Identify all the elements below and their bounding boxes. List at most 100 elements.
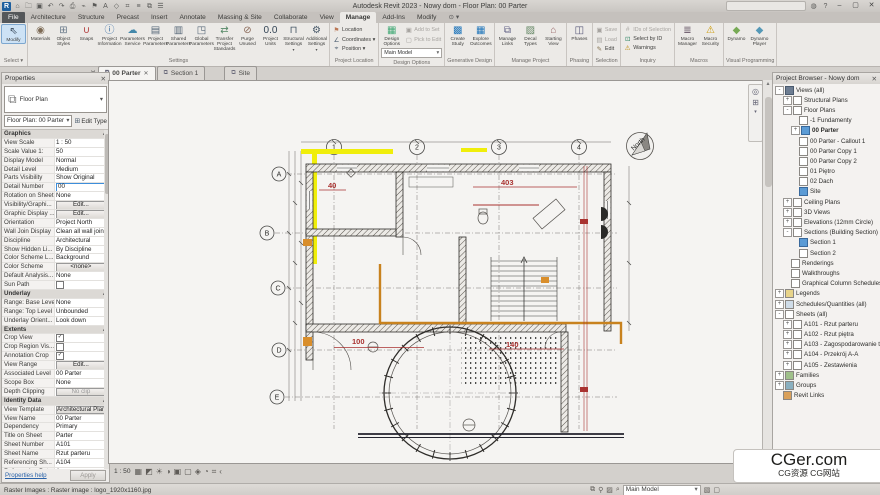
prop-detail-number[interactable]: Detail Number00 bbox=[2, 183, 109, 192]
tree-item-00-parter-copy-2[interactable]: 00 Parter Copy 2 bbox=[773, 156, 880, 166]
north-arrow[interactable]: North bbox=[627, 133, 654, 160]
prop-orientation[interactable]: OrientationProject North bbox=[2, 219, 109, 228]
customize-icon[interactable]: ☰ bbox=[156, 2, 165, 11]
prop-sheet-name[interactable]: Sheet NameRzut parteru bbox=[2, 450, 109, 459]
active-design-option-combo[interactable]: Main Model ▾ bbox=[623, 485, 701, 495]
zoom-tool-icon[interactable]: ⊞ bbox=[752, 98, 759, 107]
undo-icon[interactable]: ↶ bbox=[46, 2, 55, 11]
expand-icon[interactable]: + bbox=[783, 320, 792, 329]
project-browser-header[interactable]: Project Browser - Nowy dom ✕ bbox=[773, 73, 880, 84]
shared-parameters-button[interactable]: ▥Shared Parameters bbox=[167, 24, 190, 47]
expand-icon[interactable]: + bbox=[783, 96, 792, 105]
load-button[interactable]: ▤Load bbox=[596, 36, 617, 44]
prop-rotation-on-sheet[interactable]: Rotation on SheetNone bbox=[2, 192, 109, 201]
measure-icon[interactable]: ⌁ bbox=[79, 2, 88, 11]
prop-wall-join-display[interactable]: Wall Join DisplayClean all wall joins bbox=[2, 228, 109, 237]
tree-item-groups[interactable]: +Groups bbox=[773, 380, 880, 390]
expand-icon[interactable]: + bbox=[783, 340, 792, 349]
tree-item-3d-views[interactable]: +3D Views bbox=[773, 207, 880, 217]
collapse-icon[interactable]: - bbox=[775, 310, 784, 319]
create-study-button[interactable]: ▩Create Study bbox=[446, 24, 469, 47]
project-browser-tree[interactable]: -Views (all)+Structural Plans-Floor Plan… bbox=[773, 84, 880, 482]
filter-icon[interactable]: ⌕ bbox=[616, 486, 620, 494]
edit-type-button[interactable]: ⊞ Edit Type bbox=[74, 117, 107, 125]
tree-item-families[interactable]: +Families bbox=[773, 370, 880, 380]
expand-icon[interactable]: + bbox=[783, 350, 792, 359]
collapse-icon[interactable]: - bbox=[775, 86, 784, 95]
tree-item-a104-przekr-j-a-a[interactable]: +A104 - Przekrój A-A bbox=[773, 350, 880, 360]
prop-referencing-det[interactable]: Referencing Det...A bbox=[2, 468, 109, 469]
tree-item-1-fundamenty[interactable]: -1 Fundamenty bbox=[773, 116, 880, 126]
collapse-icon[interactable]: - bbox=[783, 106, 792, 115]
expand-icon[interactable]: + bbox=[783, 330, 792, 339]
prop-display-model[interactable]: Display ModelNormal bbox=[2, 157, 109, 166]
thin-lines-icon[interactable]: ≡ bbox=[134, 2, 143, 11]
prop-dependency[interactable]: DependencyPrimary bbox=[2, 423, 109, 432]
chevron-down-icon[interactable]: ▾ bbox=[100, 96, 103, 103]
position-button[interactable]: ⌖Position ▾ bbox=[333, 45, 375, 53]
detail-level-icon[interactable]: ▦ bbox=[135, 467, 143, 477]
maximize-button[interactable]: ▢ bbox=[849, 1, 862, 11]
explore-outcomes-button[interactable]: ▦Explore Outcomes bbox=[469, 24, 492, 47]
prop-scale-value-1[interactable]: Scale Value 1:50 bbox=[2, 148, 109, 157]
modify-button[interactable]: ⇖Modify bbox=[1, 24, 26, 44]
text-icon[interactable]: A bbox=[101, 2, 110, 11]
view-tab-section-1[interactable]: ⧉Section 1 bbox=[157, 66, 206, 80]
tree-item-floor-plans[interactable]: -Floor Plans bbox=[773, 105, 880, 115]
tree-item-a102-rzut-pi-tra[interactable]: +A102 - Rzut piętra bbox=[773, 330, 880, 340]
dynamo-player-button[interactable]: ◆Dynamo Player bbox=[748, 24, 771, 47]
ribbon-tab-structure[interactable]: Structure bbox=[72, 12, 111, 23]
tree-item-sheets-all[interactable]: -Sheets (all) bbox=[773, 309, 880, 319]
ribbon-tab-architecture[interactable]: Architecture bbox=[25, 12, 72, 23]
crop-view-icon[interactable]: ▣ bbox=[174, 467, 182, 477]
section-graphics[interactable]: Graphics▴ bbox=[2, 130, 109, 139]
prop-view-scale[interactable]: View Scale1 : 50 bbox=[2, 139, 109, 148]
tree-item-00-parter-copy-1[interactable]: 00 Parter Copy 1 bbox=[773, 146, 880, 156]
warnings-button[interactable]: ⚠Warnings bbox=[624, 44, 671, 52]
section-identity-data[interactable]: Identity Data▴ bbox=[2, 397, 109, 406]
phases-button[interactable]: ◫Phases bbox=[568, 24, 591, 42]
help-icon[interactable]: ? bbox=[821, 2, 830, 11]
tree-item-02-dach[interactable]: 02 Dach bbox=[773, 177, 880, 187]
materials-button[interactable]: ◉Materials bbox=[29, 24, 52, 42]
sun-path-icon[interactable]: ☀ bbox=[156, 467, 163, 477]
show-crop-icon[interactable]: ▢ bbox=[184, 467, 192, 477]
properties-close-icon[interactable]: ✕ bbox=[100, 75, 106, 83]
expand-icon[interactable]: + bbox=[783, 361, 792, 370]
prop-detail-level[interactable]: Detail LevelMedium bbox=[2, 166, 109, 175]
shadows-icon[interactable]: ◑ bbox=[166, 467, 171, 477]
macro-manager-button[interactable]: ≣Macro Manager bbox=[676, 24, 699, 47]
parameters-service-button[interactable]: ☁Parameters Service bbox=[121, 24, 144, 47]
pick-to-edit-button[interactable]: ▢Pick to Edit bbox=[405, 36, 441, 44]
scale-button[interactable]: 1 : 50 bbox=[114, 468, 131, 475]
prop-referencing-sh[interactable]: Referencing Sh...A104 bbox=[2, 459, 109, 468]
expand-icon[interactable]: + bbox=[775, 289, 784, 298]
minimize-button[interactable]: – bbox=[833, 1, 846, 11]
prop-range-base-level[interactable]: Range: Base LevelNone bbox=[2, 299, 109, 308]
select-by-id-button[interactable]: ⊡Select by ID bbox=[624, 35, 671, 43]
temporary-properties-icon[interactable]: ⌗ bbox=[212, 467, 217, 477]
ribbon-tab-insert[interactable]: Insert bbox=[145, 12, 174, 23]
walls-layer[interactable] bbox=[306, 164, 611, 432]
tree-item-section-1[interactable]: Section 1 bbox=[773, 238, 880, 248]
prop-view-name[interactable]: View Name00 Parter bbox=[2, 415, 109, 424]
section-extents[interactable]: Extents▴ bbox=[2, 326, 109, 335]
tree-item-a103-zagospodarowanie-terenu[interactable]: +A103 - Zagospodarowanie terenu bbox=[773, 340, 880, 350]
navigation-bar[interactable]: ◎ ⊞ ▾ bbox=[748, 84, 763, 142]
tree-item-graphical-column-schedules[interactable]: Graphical Column Schedules bbox=[773, 279, 880, 289]
redo-icon[interactable]: ↷ bbox=[57, 2, 66, 11]
type-selector[interactable]: ⧉ Floor Plan ▾ bbox=[4, 86, 107, 113]
design-options-button[interactable]: ▦Design Options bbox=[380, 24, 403, 47]
exclude-options-icon[interactable]: ▢ bbox=[713, 486, 720, 494]
save-icon[interactable]: ▣ bbox=[35, 2, 44, 11]
ribbon-tab-precast[interactable]: Precast bbox=[111, 12, 145, 23]
ribbon-tab-file[interactable]: File bbox=[2, 12, 25, 23]
3d-view-icon[interactable]: ◇ bbox=[112, 2, 121, 11]
expand-icon[interactable]: + bbox=[783, 218, 792, 227]
prop-annotation-crop[interactable]: Annotation Crop✓ bbox=[2, 352, 109, 361]
ribbon-tab-massing-site[interactable]: Massing & Site bbox=[212, 12, 268, 23]
prop-color-scheme[interactable]: Color Scheme<none> bbox=[2, 263, 109, 272]
windows-layer[interactable] bbox=[307, 165, 611, 219]
editable-only-icon[interactable]: ▧ bbox=[704, 486, 711, 494]
tree-item-01-pi-tro[interactable]: 01 Piętro bbox=[773, 167, 880, 177]
